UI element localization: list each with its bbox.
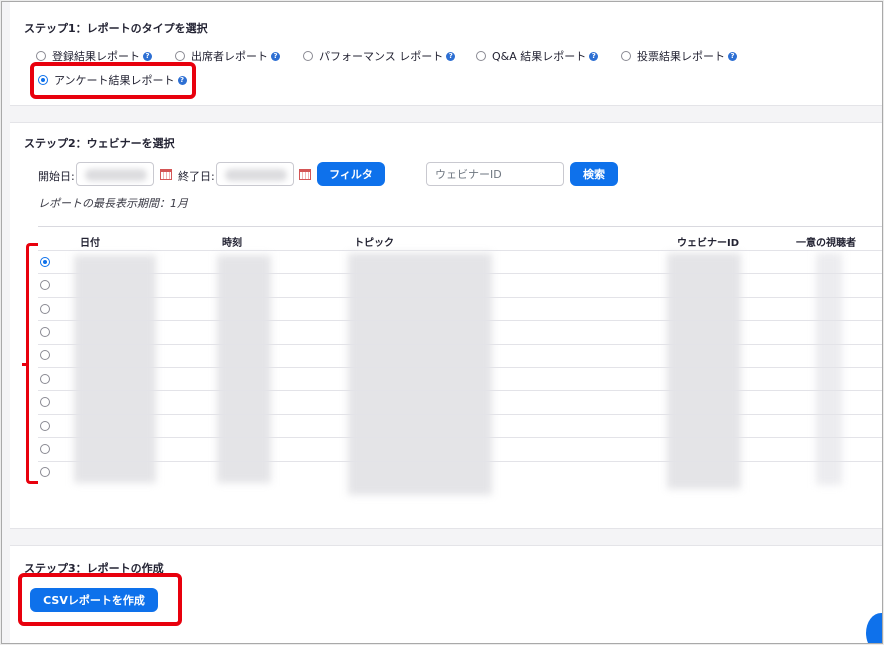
table-row — [38, 390, 882, 391]
start-date-input[interactable] — [76, 162, 154, 186]
blurred-topic-column — [348, 253, 492, 495]
row-select-radio[interactable] — [40, 421, 50, 431]
table-top-border — [38, 226, 882, 227]
blurred-date-column — [74, 255, 156, 483]
webinar-id-input[interactable] — [426, 162, 564, 186]
highlight-box — [30, 62, 196, 99]
row-select-radio[interactable] — [40, 257, 50, 267]
question-circle-icon[interactable]: ? — [446, 51, 456, 61]
max-period-note: レポートの最長表示期間：1月 — [38, 197, 188, 210]
row-select-radio[interactable] — [40, 280, 50, 290]
report-type-label: Q&A 結果レポート — [492, 50, 587, 63]
end-date-input[interactable] — [216, 162, 294, 186]
table-header-border — [38, 250, 882, 251]
question-circle-icon[interactable]: ? — [143, 51, 152, 61]
radio-button[interactable] — [621, 51, 631, 61]
question-circle-icon[interactable]: ? — [271, 51, 280, 61]
column-header-webinar-id: ウェビナーID — [677, 238, 740, 249]
radio-button[interactable] — [476, 51, 486, 61]
table-row — [38, 320, 882, 321]
row-select-radio[interactable] — [40, 374, 50, 384]
step1-title: ステップ1：レポートのタイプを選択 — [24, 22, 208, 35]
report-type-label: パフォーマンス レポート — [319, 50, 444, 63]
highlight-box — [18, 573, 182, 626]
blurred-viewers-column — [816, 253, 842, 485]
column-header-topic: トピック — [354, 238, 394, 249]
report-type-poll[interactable]: 投票結果レポート ? — [621, 48, 737, 64]
search-button[interactable]: 検索 — [570, 162, 618, 186]
table-row — [38, 437, 882, 438]
question-circle-icon[interactable]: ? — [589, 51, 599, 61]
highlight-bracket — [22, 243, 38, 484]
step3-section: ステップ3：レポートの作成 CSVレポートを作成 — [10, 545, 882, 643]
row-select-radio[interactable] — [40, 444, 50, 454]
table-row — [38, 344, 882, 345]
end-date-label: 終了日: — [178, 170, 215, 183]
blurred-time-column — [217, 255, 271, 483]
row-select-radio[interactable] — [40, 467, 50, 477]
report-type-qa[interactable]: Q&A 結果レポート ? — [476, 48, 599, 64]
step2-section: ステップ2：ウェビナーを選択 開始日: 終了日: フィルタ 検索 レポートの最長… — [10, 122, 882, 529]
table-row — [38, 367, 882, 368]
row-select-radio[interactable] — [40, 350, 50, 360]
filter-button[interactable]: フィルタ — [317, 162, 385, 186]
radio-button[interactable] — [175, 51, 185, 61]
step1-section: ステップ1：レポートのタイプを選択 登録結果レポート ? 出席者レポート ? パ… — [10, 2, 882, 106]
report-type-label: 投票結果レポート — [637, 50, 725, 63]
report-type-label: 出席者レポート — [191, 50, 268, 63]
question-circle-icon[interactable]: ? — [728, 51, 737, 61]
step2-title: ステップ2：ウェビナーを選択 — [24, 137, 175, 150]
blurred-webinar-id-column — [667, 253, 741, 489]
report-page: ステップ1：レポートのタイプを選択 登録結果レポート ? 出席者レポート ? パ… — [1, 1, 883, 644]
row-select-radio[interactable] — [40, 397, 50, 407]
calendar-icon[interactable] — [299, 169, 311, 180]
radio-button[interactable] — [36, 51, 46, 61]
start-date-label: 開始日: — [38, 170, 75, 183]
radio-button[interactable] — [303, 51, 313, 61]
table-row — [38, 273, 882, 274]
report-type-performance[interactable]: パフォーマンス レポート ? — [303, 48, 456, 64]
row-select-radio[interactable] — [40, 304, 50, 314]
column-header-unique-viewers: 一意の視聴者 — [796, 238, 856, 249]
table-row — [38, 297, 882, 298]
table-row — [38, 461, 882, 462]
column-header-time: 時刻 — [222, 238, 242, 249]
table-row — [38, 414, 882, 415]
column-header-date: 日付 — [80, 238, 100, 249]
row-select-radio[interactable] — [40, 327, 50, 337]
calendar-icon[interactable] — [160, 169, 172, 180]
